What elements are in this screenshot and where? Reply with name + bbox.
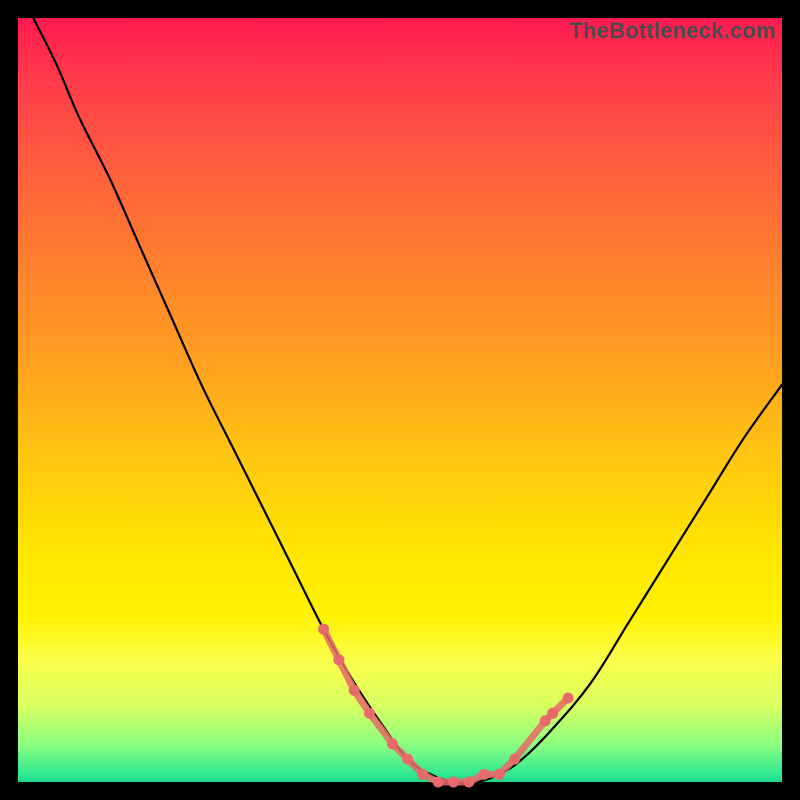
accent-dot xyxy=(563,693,574,704)
chart-svg xyxy=(18,18,782,782)
accent-dots-group xyxy=(318,624,573,788)
plot-area: TheBottleneck.com xyxy=(18,18,782,782)
bottleneck-curve xyxy=(33,18,782,783)
accent-dash xyxy=(369,713,392,744)
chart-frame: TheBottleneck.com xyxy=(0,0,800,800)
